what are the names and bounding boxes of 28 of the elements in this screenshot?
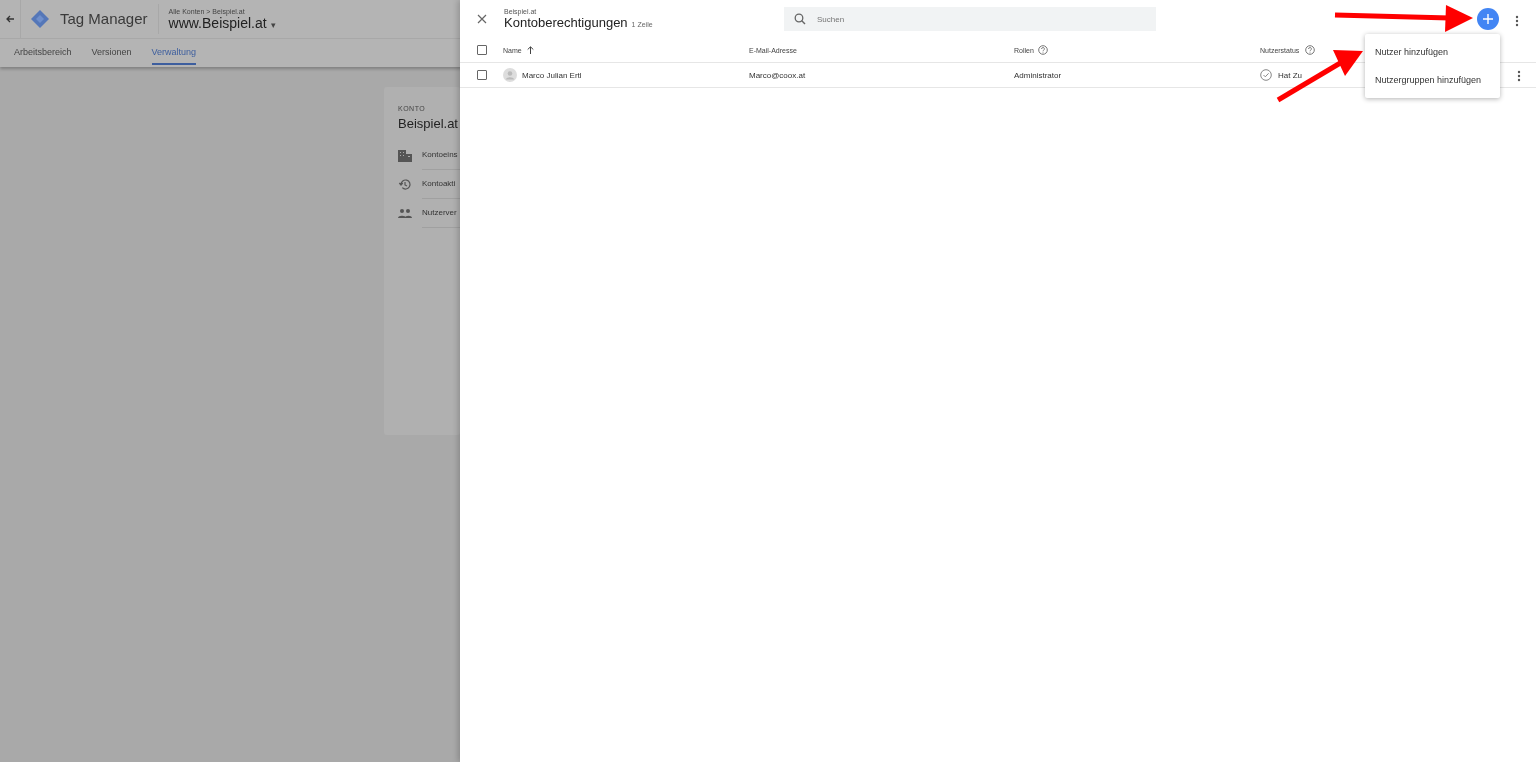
row-checkbox[interactable] xyxy=(476,70,487,80)
panel-title: Kontoberechtigungen xyxy=(504,15,628,30)
help-icon[interactable] xyxy=(1037,45,1048,55)
role-cell: Administrator xyxy=(1014,70,1062,80)
help-icon[interactable] xyxy=(1305,45,1316,55)
diamond-logo-icon xyxy=(30,9,50,29)
plus-icon xyxy=(1483,14,1493,24)
menu-item[interactable]: Nutzer hinzufügen xyxy=(1365,38,1500,66)
select-all-checkbox[interactable] xyxy=(476,45,487,55)
avatar-icon xyxy=(503,68,517,82)
card-title: Beispiel.at xyxy=(398,116,459,131)
people-icon xyxy=(398,209,412,218)
email-cell: Marco@coox.at xyxy=(749,70,806,80)
name-cell: Marco Julian Ertl xyxy=(522,70,582,80)
building-icon xyxy=(398,149,412,162)
search-field[interactable]: Suchen xyxy=(784,7,1156,31)
menu-item[interactable]: Nutzergruppen hinzufügen xyxy=(1365,66,1500,94)
nav-tab[interactable]: Arbeitsbereich xyxy=(14,41,72,65)
search-icon xyxy=(794,13,806,25)
history-icon xyxy=(398,178,412,191)
container-selector[interactable]: www.Beispiel.at ▾ xyxy=(168,14,276,31)
nav-tab[interactable]: Versionen xyxy=(91,41,132,65)
status-cell: Hat Zu xyxy=(1278,70,1302,80)
check-circle-icon xyxy=(1260,69,1272,81)
more-icon[interactable] xyxy=(1517,70,1521,84)
app-name: Tag Manager xyxy=(60,4,159,34)
add-button[interactable] xyxy=(1477,8,1499,30)
sort-arrow-icon[interactable] xyxy=(526,46,534,54)
